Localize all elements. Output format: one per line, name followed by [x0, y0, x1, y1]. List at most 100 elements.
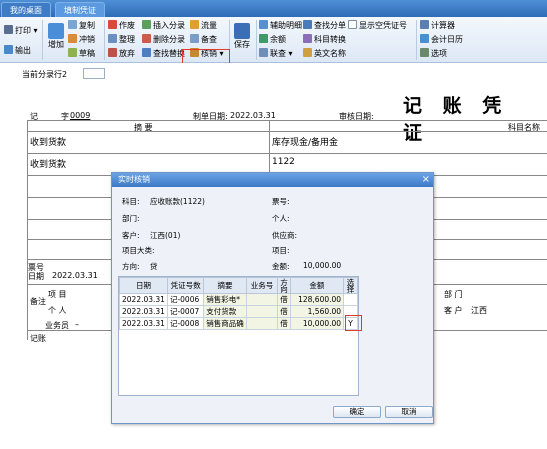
detail-icon: [259, 20, 268, 29]
standby-icon: [190, 34, 199, 43]
entry-account[interactable]: 库存现金/备用金: [272, 135, 338, 148]
draft-icon: [68, 48, 77, 57]
column-header-amount[interactable]: 金额: [289, 277, 345, 294]
entry-summary[interactable]: 收到货款: [30, 135, 66, 148]
separator: [104, 20, 105, 60]
output-button[interactable]: 输出: [4, 45, 31, 57]
column-header-direction[interactable]: 方向: [277, 277, 291, 294]
show-empty-voucher-toggle[interactable]: 显示空凭证号: [348, 20, 407, 32]
separator: [256, 20, 257, 60]
find-replace-button[interactable]: 查找替换: [142, 48, 185, 60]
add-icon: [48, 23, 64, 39]
customer-label: 客户:: [122, 231, 140, 240]
row-direction: 借: [277, 305, 291, 318]
row-voucher-no: 记-0006: [166, 293, 205, 306]
table-border: [27, 153, 547, 154]
row-summary: 销售商品确: [203, 317, 247, 330]
current-entry-input[interactable]: [83, 68, 105, 79]
voucher-date[interactable]: 2022.03.31: [230, 111, 276, 120]
current-entry-label: 当前分录行2: [22, 70, 68, 79]
insert-entry-button[interactable]: 插入分录: [142, 20, 185, 32]
column-header-date[interactable]: 日期: [119, 277, 168, 294]
delete-entry-button[interactable]: 删除分录: [142, 34, 185, 46]
save-button[interactable]: 保存: [232, 23, 252, 50]
row-amount: 10,000.00: [289, 317, 345, 330]
row-biz-no: [245, 317, 279, 330]
project-label: 项 目: [48, 290, 67, 299]
column-header-biz-no[interactable]: 业务号: [245, 277, 279, 294]
column-header-summary: 摘 要: [134, 123, 153, 132]
entry-summary[interactable]: 收到货款: [30, 157, 66, 170]
toolbar-ribbon: 打印 ▾ 输出 增加 复制 冲销 草稿 作废 整理 放弃 插入分录 删除分录 查…: [0, 17, 547, 63]
row-summary: 支付货款: [203, 305, 247, 318]
column-header-summary[interactable]: 摘要: [203, 277, 247, 294]
printer-icon: [4, 25, 13, 34]
row-summary: 销售彩电*: [203, 293, 247, 306]
english-name-button[interactable]: 英文名称: [303, 48, 346, 60]
separator: [42, 20, 43, 60]
flow-button[interactable]: 流量: [190, 20, 217, 32]
table-row[interactable]: 2022.03.31 记-0007 支付货款 借 1,560.00: [119, 305, 358, 318]
note-label: 备注: [30, 297, 46, 306]
tab-my-desktop[interactable]: 我的桌面: [1, 2, 51, 17]
aux-detail-button[interactable]: 辅助明细: [259, 20, 302, 32]
customer-value: 江西(01): [150, 231, 181, 240]
row-amount: 128,600.00: [289, 293, 345, 306]
table-border: [27, 120, 547, 121]
row-select-cell[interactable]: [343, 293, 358, 306]
tidy-button[interactable]: 整理: [108, 34, 135, 46]
table-row[interactable]: 2022.03.31 记-0008 销售商品确 借 10,000.00 Y: [119, 317, 358, 330]
flow-icon: [190, 20, 199, 29]
cancel-button[interactable]: 取消: [385, 406, 433, 418]
voucher-number[interactable]: 0009: [70, 111, 90, 120]
account-convert-button[interactable]: 科目转换: [303, 34, 346, 46]
print-button[interactable]: 打印 ▾: [4, 25, 38, 37]
customer-value: 江西: [471, 306, 487, 315]
offset-icon: [68, 34, 77, 43]
close-icon[interactable]: ×: [422, 174, 430, 186]
void-button[interactable]: 作废: [108, 20, 135, 32]
tab-fill-voucher[interactable]: 填制凭证: [55, 2, 105, 17]
calendar-button[interactable]: 会计日历: [420, 34, 463, 46]
draft-button[interactable]: 草稿: [68, 48, 95, 60]
column-header-voucher-no[interactable]: 凭证号数: [166, 277, 205, 294]
dept-label: 部 门: [444, 290, 463, 299]
column-header-select[interactable]: 选择: [343, 277, 358, 294]
insert-row-icon: [142, 20, 151, 29]
options-icon: [420, 48, 429, 57]
copy-button[interactable]: 复制: [68, 20, 95, 32]
dept-label: 部门:: [122, 214, 140, 223]
row-date: 2022.03.31: [119, 293, 168, 306]
standby-button[interactable]: 备查: [190, 34, 217, 46]
abandon-button[interactable]: 放弃: [108, 48, 135, 60]
add-button[interactable]: 增加: [46, 23, 66, 50]
balance-button[interactable]: 余额: [259, 34, 286, 46]
customer-label: 客 户: [444, 306, 463, 315]
link-query-button[interactable]: 联查 ▾: [259, 48, 293, 60]
row-voucher-no: 记-0007: [166, 305, 205, 318]
voucher-title: 记 账 凭 证: [403, 95, 509, 144]
table-row[interactable]: 2022.03.31 记-0006 销售彩电* 借 128,600.00: [119, 293, 358, 306]
project-label: 项目:: [272, 246, 290, 255]
person-label: 个 人: [48, 306, 67, 315]
verify-grid: 日期 凭证号数 摘要 业务号 方向 金额 选择 2022.03.31 记-000…: [118, 276, 359, 396]
row-date: 2022.03.31: [119, 305, 168, 318]
calculator-button[interactable]: 计算器: [420, 20, 455, 32]
export-icon: [4, 45, 13, 54]
realtime-verify-dialog: 实时核销 × 科目: 应收账款(1122) 部门: 客户: 江西(01) 项目大…: [111, 172, 434, 424]
ticket-date-label: 日期: [28, 272, 44, 281]
offset-button[interactable]: 冲销: [68, 34, 95, 46]
entry-account[interactable]: 1122: [272, 157, 295, 167]
ok-button[interactable]: 确定: [333, 406, 381, 418]
column-header-account: 科目名称: [508, 123, 540, 132]
tidy-icon: [108, 34, 117, 43]
options-button[interactable]: 选项: [420, 48, 447, 60]
find-entry-button[interactable]: 查找分单: [303, 20, 346, 32]
delete-row-icon: [142, 34, 151, 43]
abandon-icon: [108, 48, 117, 57]
copy-icon: [68, 20, 77, 29]
tab-bar: 我的桌面 填制凭证: [0, 0, 547, 17]
row-direction: 借: [277, 317, 291, 330]
project-class-label: 项目大类:: [122, 246, 155, 255]
save-disk-icon: [234, 23, 250, 39]
